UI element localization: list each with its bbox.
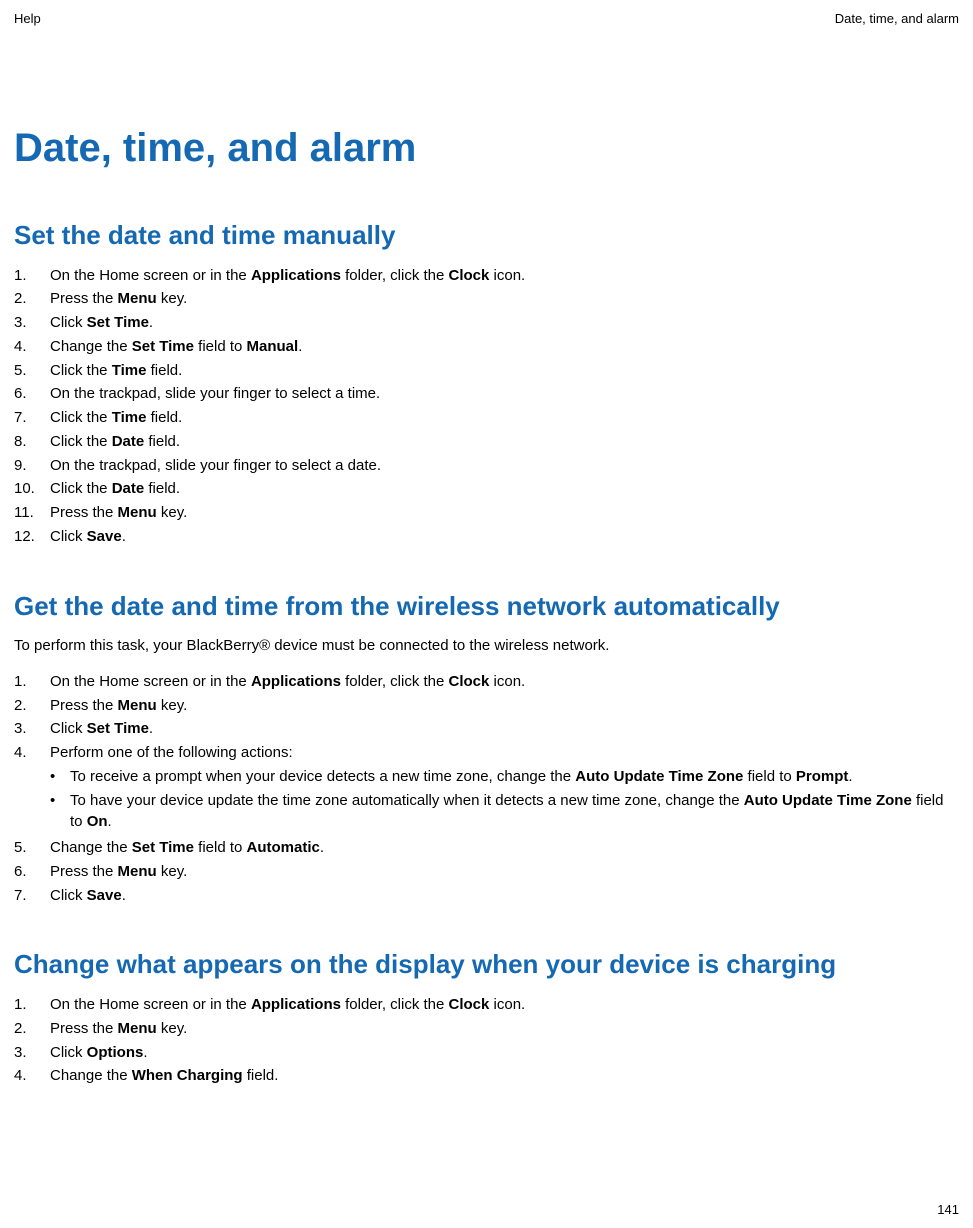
list-item: 6.On the trackpad, slide your finger to … <box>14 383 959 405</box>
step-body: On the Home screen or in the Application… <box>50 994 959 1016</box>
header-left: Help <box>14 10 41 29</box>
list-item: 4.Change the When Charging field. <box>14 1065 959 1087</box>
list-item: 4.Change the Set Time field to Manual. <box>14 336 959 358</box>
header-right: Date, time, and alarm <box>835 10 959 29</box>
step-body: Change the Set Time field to Manual. <box>50 336 959 358</box>
step-body: Click the Time field. <box>50 360 959 382</box>
step-body: Press the Menu key. <box>50 502 959 524</box>
list-item: 7.Click Save. <box>14 885 959 907</box>
step-number: 7. <box>14 885 50 907</box>
step-body: On the trackpad, slide your finger to se… <box>50 383 959 405</box>
step-number: 5. <box>14 837 50 859</box>
step-body: Press the Menu key. <box>50 1018 959 1040</box>
step-number: 4. <box>14 742 50 835</box>
step-number: 3. <box>14 312 50 334</box>
list-item: 8.Click the Date field. <box>14 431 959 453</box>
step-body: On the Home screen or in the Application… <box>50 671 959 693</box>
step-body: Click Set Time. <box>50 718 959 740</box>
list-item: 10.Click the Date field. <box>14 478 959 500</box>
step-number: 3. <box>14 718 50 740</box>
step-number: 4. <box>14 336 50 358</box>
wireless-lead: To perform this task, your BlackBerry® d… <box>14 635 959 657</box>
list-item: 6.Press the Menu key. <box>14 861 959 883</box>
set-manually-steps: 1.On the Home screen or in the Applicati… <box>14 265 959 548</box>
step-number: 10. <box>14 478 50 500</box>
step-number: 12. <box>14 526 50 548</box>
list-item: 12.Click Save. <box>14 526 959 548</box>
step-body: Press the Menu key. <box>50 695 959 717</box>
step-number: 6. <box>14 383 50 405</box>
sub-bullets: To receive a prompt when your device det… <box>50 766 959 833</box>
section-heading-wireless: Get the date and time from the wireless … <box>14 588 959 626</box>
list-item: 2.Press the Menu key. <box>14 695 959 717</box>
list-item: 2.Press the Menu key. <box>14 288 959 310</box>
list-item: 3.Click Set Time. <box>14 718 959 740</box>
bullet-item: To receive a prompt when your device det… <box>50 766 959 788</box>
step-body: Click Save. <box>50 526 959 548</box>
page-header: Help Date, time, and alarm <box>14 10 959 29</box>
page-title: Date, time, and alarm <box>14 119 959 177</box>
step-number: 5. <box>14 360 50 382</box>
step-number: 3. <box>14 1042 50 1064</box>
step-number: 11. <box>14 502 50 524</box>
list-item: 5.Change the Set Time field to Automatic… <box>14 837 959 859</box>
list-item: 4.Perform one of the following actions:T… <box>14 742 959 835</box>
step-body: On the trackpad, slide your finger to se… <box>50 455 959 477</box>
charging-steps: 1.On the Home screen or in the Applicati… <box>14 994 959 1087</box>
step-number: 1. <box>14 994 50 1016</box>
list-item: 9.On the trackpad, slide your finger to … <box>14 455 959 477</box>
step-body: Click the Date field. <box>50 478 959 500</box>
step-number: 2. <box>14 288 50 310</box>
step-number: 9. <box>14 455 50 477</box>
step-body: Click Options. <box>50 1042 959 1064</box>
wireless-steps: 1.On the Home screen or in the Applicati… <box>14 671 959 907</box>
list-item: 3.Click Options. <box>14 1042 959 1064</box>
section-heading-set-manually: Set the date and time manually <box>14 217 959 255</box>
page: Help Date, time, and alarm Date, time, a… <box>0 0 973 1228</box>
step-number: 2. <box>14 1018 50 1040</box>
list-item: 5.Click the Time field. <box>14 360 959 382</box>
list-item: 2.Press the Menu key. <box>14 1018 959 1040</box>
step-body: Click the Time field. <box>50 407 959 429</box>
step-number: 6. <box>14 861 50 883</box>
step-body: On the Home screen or in the Application… <box>50 265 959 287</box>
list-item: 1.On the Home screen or in the Applicati… <box>14 994 959 1016</box>
step-number: 1. <box>14 671 50 693</box>
step-body: Click the Date field. <box>50 431 959 453</box>
step-body: Click Set Time. <box>50 312 959 334</box>
list-item: 11.Press the Menu key. <box>14 502 959 524</box>
list-item: 1.On the Home screen or in the Applicati… <box>14 265 959 287</box>
step-number: 4. <box>14 1065 50 1087</box>
step-body: Press the Menu key. <box>50 861 959 883</box>
list-item: 3.Click Set Time. <box>14 312 959 334</box>
list-item: 7.Click the Time field. <box>14 407 959 429</box>
step-body: Press the Menu key. <box>50 288 959 310</box>
step-number: 1. <box>14 265 50 287</box>
list-item: 1.On the Home screen or in the Applicati… <box>14 671 959 693</box>
bullet-item: To have your device update the time zone… <box>50 790 959 834</box>
step-number: 7. <box>14 407 50 429</box>
step-body: Change the Set Time field to Automatic. <box>50 837 959 859</box>
page-number: 141 <box>937 1201 959 1220</box>
step-body: Click Save. <box>50 885 959 907</box>
section-heading-charging: Change what appears on the display when … <box>14 946 959 984</box>
step-number: 8. <box>14 431 50 453</box>
step-body: Change the When Charging field. <box>50 1065 959 1087</box>
step-body: Perform one of the following actions:To … <box>50 742 959 835</box>
step-number: 2. <box>14 695 50 717</box>
